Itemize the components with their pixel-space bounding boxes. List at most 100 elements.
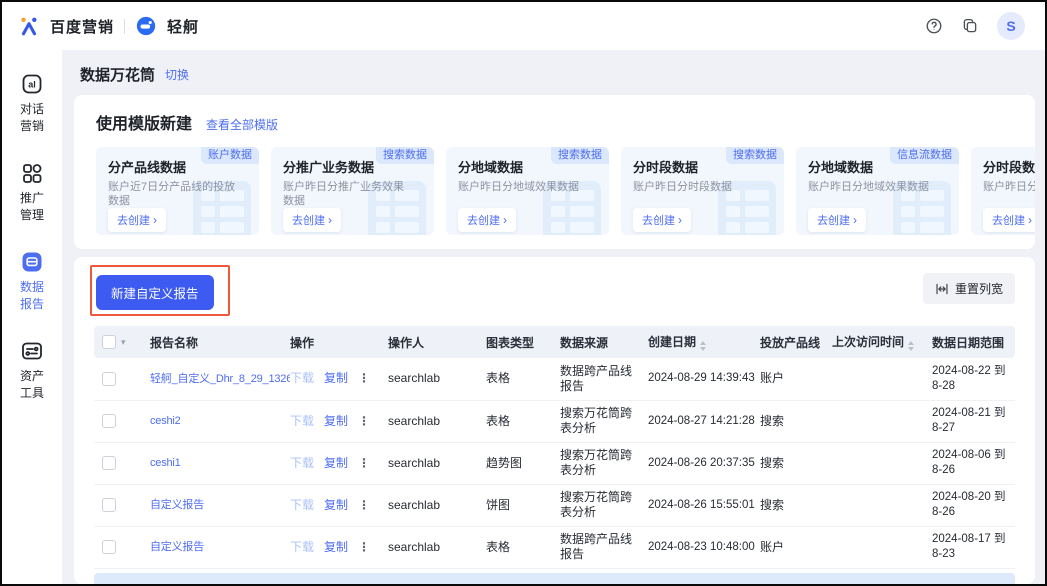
row-checkbox[interactable]: [102, 498, 116, 512]
create-from-template-button[interactable]: 去创建 ›: [983, 208, 1035, 232]
row-checkbox[interactable]: [102, 540, 116, 554]
create-from-template-button[interactable]: 去创建 ›: [108, 208, 166, 232]
col-product-line: 投放产品线: [760, 326, 832, 358]
cell-chart-type: 饼图: [486, 484, 560, 526]
sidebar-item-data-report[interactable]: 数据 报告: [20, 250, 44, 312]
create-label: 去创建: [467, 212, 500, 228]
report-name-link[interactable]: ceshi2: [150, 415, 181, 427]
cell-actions: 下载复制 ⋮: [290, 442, 388, 484]
report-name-link[interactable]: 自定义报告: [150, 541, 204, 553]
more-actions-button[interactable]: ⋮: [358, 540, 370, 554]
user-avatar[interactable]: S: [997, 12, 1025, 40]
view-all-templates-link[interactable]: 查看全部模版: [206, 116, 278, 133]
chevron-right-icon: ›: [853, 215, 857, 225]
create-from-template-button[interactable]: 去创建 ›: [808, 208, 866, 232]
cell-chart-type: 趋势图: [486, 442, 560, 484]
cell-created-date: 2024-08-29 14:39:43: [648, 358, 760, 400]
copy-link[interactable]: 复制: [324, 414, 348, 428]
brand-divider: [124, 19, 125, 34]
cell-chart-type: 表格: [486, 358, 560, 400]
card-badge: 账户数据: [201, 147, 259, 164]
card-badge: 搜索数据: [376, 147, 434, 164]
card-description: 账户昨日分地域效果数据: [808, 180, 936, 208]
row-checkbox[interactable]: [102, 414, 116, 428]
horizontal-scrollbar[interactable]: [94, 573, 1015, 584]
report-name-link[interactable]: 自定义报告: [150, 499, 204, 511]
chevron-down-icon[interactable]: ▾: [121, 337, 126, 347]
annotation-highlight: 新建自定义报告: [90, 265, 230, 316]
card-description: 账户近7日分产品线的投放数据: [108, 180, 236, 208]
reports-table: ▾ 报告名称 操作 操作人 图表类型 数据来源 创建日期 投放产品线 上次访问时…: [94, 326, 1015, 584]
cell-last-visit: [832, 526, 932, 568]
sort-icon[interactable]: [908, 341, 914, 351]
card-badge: 信息流数据: [890, 147, 959, 164]
row-checkbox[interactable]: [102, 372, 116, 386]
cell-date-range: 2024-08-20 到 8-26: [932, 484, 1015, 526]
switch-link[interactable]: 切换: [165, 66, 189, 83]
report-name-link[interactable]: 轻舸_自定义_Dhr_8_29_1326: [150, 373, 290, 385]
cell-operator: searchlab: [388, 484, 486, 526]
help-icon[interactable]: [925, 17, 943, 35]
cell-select: [94, 358, 150, 400]
create-from-template-button[interactable]: 去创建 ›: [458, 208, 516, 232]
asset-tools-icon: [20, 339, 44, 363]
table-row: ceshi1 下载复制⋮ searchlab 趋势图 搜索万花筒跨表分析 202…: [94, 442, 1015, 484]
select-all-checkbox[interactable]: [102, 335, 116, 349]
create-from-template-button[interactable]: 去创建 ›: [633, 208, 691, 232]
sidebar-item-promotion-management[interactable]: 推广 管理: [20, 161, 44, 223]
body-row: al 对话 营销 推广 管理: [2, 50, 1045, 584]
copy-link[interactable]: 复制: [324, 456, 348, 470]
create-from-template-button[interactable]: 去创建 ›: [283, 208, 341, 232]
more-actions-button[interactable]: ⋮: [358, 456, 370, 470]
row-checkbox[interactable]: [102, 456, 116, 470]
brand-secondary-text: 轻舸: [167, 16, 199, 37]
cell-select: [94, 442, 150, 484]
more-actions-button[interactable]: ⋮: [358, 414, 370, 428]
copy-link[interactable]: 复制: [324, 498, 348, 512]
table-header-row: ▾ 报告名称 操作 操作人 图表类型 数据来源 创建日期 投放产品线 上次访问时…: [94, 326, 1015, 358]
sidebar: al 对话 营销 推广 管理: [2, 50, 62, 584]
cell-date-range: 2024-08-22 到 8-28: [932, 358, 1015, 400]
create-label: 去创建: [117, 212, 150, 228]
data-report-icon: [20, 250, 44, 274]
reset-column-width-button[interactable]: 重置列宽: [923, 273, 1015, 304]
copy-link[interactable]: 复制: [324, 371, 348, 385]
cell-data-source: 数据跨产品线报告: [560, 358, 648, 400]
new-custom-report-button[interactable]: 新建自定义报告: [96, 275, 214, 310]
sidebar-label: 推广: [20, 190, 44, 206]
card-description: 账户昨日分地域效果数据: [458, 180, 586, 208]
reset-width-label: 重置列宽: [955, 280, 1003, 297]
sidebar-label: 管理: [20, 207, 44, 223]
more-actions-button[interactable]: ⋮: [358, 498, 370, 512]
app-window: 百度营销 轻舸: [0, 0, 1047, 586]
template-card: 分时段数据 账户昨日分时段数据 去创建 ›: [971, 147, 1035, 235]
apps-grid-icon: [20, 161, 44, 185]
download-link[interactable]: 下载: [290, 540, 314, 554]
cell-chart-type: 表格: [486, 526, 560, 568]
download-link[interactable]: 下载: [290, 456, 314, 470]
cell-data-source: 数据跨产品线报告: [560, 526, 648, 568]
sidebar-item-asset-tools[interactable]: 资产 工具: [20, 339, 44, 401]
cell-date-range: 2024-08-21 到 8-27: [932, 400, 1015, 442]
copy-link[interactable]: 复制: [324, 540, 348, 554]
chevron-right-icon: ›: [1028, 215, 1032, 225]
cell-data-source: 搜索万花筒跨表分析: [560, 400, 648, 442]
sort-icon[interactable]: [700, 341, 706, 351]
cell-actions: 下载复制 ⋮: [290, 526, 388, 568]
qingge-logo-icon: [135, 15, 157, 37]
download-link[interactable]: 下载: [290, 371, 314, 385]
sidebar-item-dialog-marketing[interactable]: al 对话 营销: [20, 72, 44, 134]
report-name-link[interactable]: ceshi1: [150, 457, 181, 469]
sidebar-label: 资产: [20, 368, 44, 384]
chevron-right-icon: ›: [503, 215, 507, 225]
download-link[interactable]: 下载: [290, 498, 314, 512]
template-card: 账户数据 分产品线数据 账户近7日分产品线的投放数据 去创建 ›: [96, 147, 259, 235]
cell-product-line: 搜索: [760, 484, 832, 526]
more-actions-button[interactable]: ⋮: [358, 371, 370, 385]
download-link[interactable]: 下载: [290, 414, 314, 428]
copy-icon[interactable]: [961, 17, 979, 35]
col-actions: 操作: [290, 326, 388, 358]
cell-created-date: 2024-08-23 10:48:00: [648, 526, 760, 568]
card-badge: 搜索数据: [551, 147, 609, 164]
col-data-source: 数据来源: [560, 326, 648, 358]
